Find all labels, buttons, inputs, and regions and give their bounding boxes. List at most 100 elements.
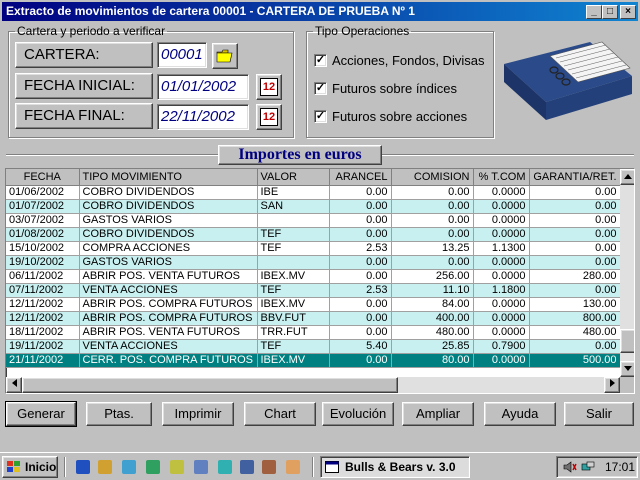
evolucion-button[interactable]: Evolución bbox=[322, 402, 394, 426]
fecha-inicial-input[interactable]: 01/01/2002 bbox=[157, 74, 249, 100]
salir-button[interactable]: Salir bbox=[564, 402, 634, 426]
filters-legend: Cartera y periodo a verificar bbox=[17, 24, 166, 38]
vertical-scroll-thumb[interactable] bbox=[620, 329, 634, 353]
clock: 17:01 bbox=[605, 460, 636, 474]
speaker-icon[interactable] bbox=[563, 461, 577, 473]
checkbox-futuros-indices[interactable]: ✓ bbox=[314, 82, 327, 95]
table-cell: 0.0000 bbox=[473, 185, 530, 200]
table-cell: 0.00 bbox=[391, 213, 474, 228]
desktop-icon[interactable] bbox=[122, 460, 136, 474]
chart-button[interactable]: Chart bbox=[244, 402, 316, 426]
table-cell: 18/11/2002 bbox=[6, 325, 80, 340]
horizontal-scrollbar[interactable] bbox=[6, 377, 620, 393]
table-row[interactable]: 07/11/2002 VENTA ACCIONES TEF 2.53 11.10 1.18… bbox=[6, 283, 621, 298]
table-cell: 0.00 bbox=[329, 325, 392, 340]
arrow-left-icon bbox=[11, 379, 17, 387]
title-bar[interactable]: Extracto de movimientos de cartera 00001… bbox=[2, 2, 638, 21]
explorer-icon[interactable] bbox=[170, 460, 184, 474]
column-header-tipo-movimiento[interactable]: TIPO MOVIMIENTO bbox=[79, 169, 258, 186]
column-header-t-com[interactable]: % T.COM bbox=[473, 169, 530, 186]
operation-item-acciones[interactable]: ✓ Acciones, Fondos, Divisas bbox=[306, 52, 494, 70]
table-row[interactable]: 18/11/2002 ABRIR POS. VENTA FUTUROS TRR.FU… bbox=[6, 325, 621, 340]
column-header-valor[interactable]: VALOR bbox=[257, 169, 330, 186]
binder-icon bbox=[504, 41, 632, 120]
internet-explorer-icon[interactable] bbox=[76, 460, 90, 474]
table-row[interactable]: 03/07/2002 GASTOS VARIOS 0.00 0.00 0.0000 0.0… bbox=[6, 213, 621, 228]
column-header-comision[interactable]: COMISION bbox=[391, 169, 474, 186]
table-cell: 0.00 bbox=[391, 227, 474, 242]
my-computer-icon[interactable] bbox=[194, 460, 208, 474]
generar-button[interactable]: Generar bbox=[5, 401, 77, 427]
table-cell: 0.00 bbox=[329, 269, 392, 284]
close-button[interactable]: × bbox=[620, 5, 636, 19]
table-row[interactable]: 06/11/2002 ABRIR POS. VENTA FUTUROS IBEX.M… bbox=[6, 269, 621, 284]
table-row[interactable]: 12/11/2002 ABRIR POS. COMPRA FUTUROS IBEX.… bbox=[6, 297, 621, 312]
table-cell: 0.0000 bbox=[473, 255, 530, 270]
table-cell: 0.00 bbox=[329, 185, 392, 200]
operation-item-futuros-acciones[interactable]: ✓ Futuros sobre acciones bbox=[306, 108, 494, 126]
minimize-button[interactable]: _ bbox=[586, 5, 602, 19]
cartera-label: CARTERA: bbox=[15, 42, 153, 68]
table-row[interactable]: 01/07/2002 COBRO DIVIDENDOS SAN 0.00 0.00 0.0… bbox=[6, 199, 621, 214]
movements-grid[interactable]: FECHA TIPO MOVIMIENTO VALOR ARANCEL COMI… bbox=[5, 168, 635, 394]
table-cell: 21/11/2002 bbox=[6, 353, 80, 368]
calendar-icon: 12 bbox=[260, 108, 278, 126]
table-cell: 1.1300 bbox=[473, 241, 530, 256]
table-cell: 0.00 bbox=[391, 185, 474, 200]
table-cell: 400.00 bbox=[391, 311, 474, 326]
table-cell: 480.00 bbox=[391, 325, 474, 340]
checkbox-futuros-acciones[interactable]: ✓ bbox=[314, 110, 327, 123]
table-row[interactable]: 12/11/2002 ABRIR POS. COMPRA FUTUROS BBV.F… bbox=[6, 311, 621, 326]
ptas-button[interactable]: Ptas. bbox=[86, 402, 152, 426]
table-row[interactable]: 01/06/2002 COBRO DIVIDENDOS IBE 0.00 0.00 0.0… bbox=[6, 185, 621, 200]
table-row-selected[interactable]: 21/11/2002 CERR. POS. COMPRA FUTUROS IBEX.… bbox=[6, 353, 621, 368]
folder-icon bbox=[216, 49, 233, 63]
scroll-down-button[interactable] bbox=[620, 361, 634, 377]
checkbox-acciones[interactable]: ✓ bbox=[314, 54, 327, 67]
table-row[interactable]: 01/08/2002 COBRO DIVIDENDOS TEF 0.00 0.00 0.0… bbox=[6, 227, 621, 242]
fecha-final-input[interactable]: 22/11/2002 bbox=[157, 104, 249, 130]
table-cell: 84.00 bbox=[391, 297, 474, 312]
maximize-button[interactable]: □ bbox=[602, 5, 618, 19]
table-cell: COBRO DIVIDENDOS bbox=[79, 199, 258, 214]
table-row[interactable]: 19/11/2002 VENTA ACCIONES TEF 5.40 25.85 0.79… bbox=[6, 339, 621, 354]
table-cell: TEF bbox=[257, 283, 330, 298]
taskbar-divider bbox=[312, 457, 314, 477]
column-header-fecha[interactable]: FECHA bbox=[6, 169, 80, 186]
table-cell: TEF bbox=[257, 339, 330, 354]
vertical-scrollbar[interactable] bbox=[620, 169, 634, 377]
operation-item-futuros-indices[interactable]: ✓ Futuros sobre índices bbox=[306, 80, 494, 98]
network-status-icon[interactable] bbox=[581, 461, 595, 473]
table-cell: 01/06/2002 bbox=[6, 185, 80, 200]
fecha-inicial-calendar-button[interactable]: 12 bbox=[256, 74, 282, 100]
taskbar-divider bbox=[64, 457, 66, 477]
ampliar-button[interactable]: Ampliar bbox=[402, 402, 474, 426]
channels-icon[interactable] bbox=[146, 460, 160, 474]
taskbar-app-bulls-bears[interactable]: Bulls & Bears v. 3.0 bbox=[320, 456, 470, 478]
paint-icon[interactable] bbox=[262, 460, 276, 474]
table-cell: CERR. POS. COMPRA FUTUROS bbox=[79, 353, 258, 368]
cartera-input[interactable]: 00001 bbox=[157, 42, 207, 68]
fecha-final-calendar-button[interactable]: 12 bbox=[256, 104, 282, 130]
column-header-garantia[interactable]: GARANTIA/RET. bbox=[529, 169, 621, 186]
table-row[interactable]: 15/10/2002 COMPRA ACCIONES TEF 2.53 13.25 1.1… bbox=[6, 241, 621, 256]
start-button[interactable]: Inicio bbox=[2, 456, 58, 478]
table-cell: 19/10/2002 bbox=[6, 255, 80, 270]
scroll-left-button[interactable] bbox=[6, 377, 22, 393]
table-row[interactable]: 19/10/2002 GASTOS VARIOS 0.00 0.00 0.0000 0.0… bbox=[6, 255, 621, 270]
scroll-up-button[interactable] bbox=[620, 169, 634, 185]
open-folder-button[interactable] bbox=[212, 43, 238, 69]
ayuda-button[interactable]: Ayuda bbox=[484, 402, 556, 426]
table-cell: 0.0000 bbox=[473, 227, 530, 242]
column-header-arancel[interactable]: ARANCEL bbox=[329, 169, 392, 186]
table-cell: 0.00 bbox=[329, 213, 392, 228]
scroll-right-button[interactable] bbox=[604, 377, 620, 393]
folder-shortcut-icon[interactable] bbox=[286, 460, 300, 474]
imprimir-button[interactable]: Imprimir bbox=[162, 402, 234, 426]
checkbox-acciones-label: Acciones, Fondos, Divisas bbox=[332, 53, 485, 68]
network-icon[interactable] bbox=[240, 460, 254, 474]
outlook-icon[interactable] bbox=[98, 460, 112, 474]
horizontal-scroll-thumb[interactable] bbox=[22, 377, 398, 393]
table-cell: 800.00 bbox=[529, 311, 621, 326]
notepad-icon[interactable] bbox=[218, 460, 232, 474]
